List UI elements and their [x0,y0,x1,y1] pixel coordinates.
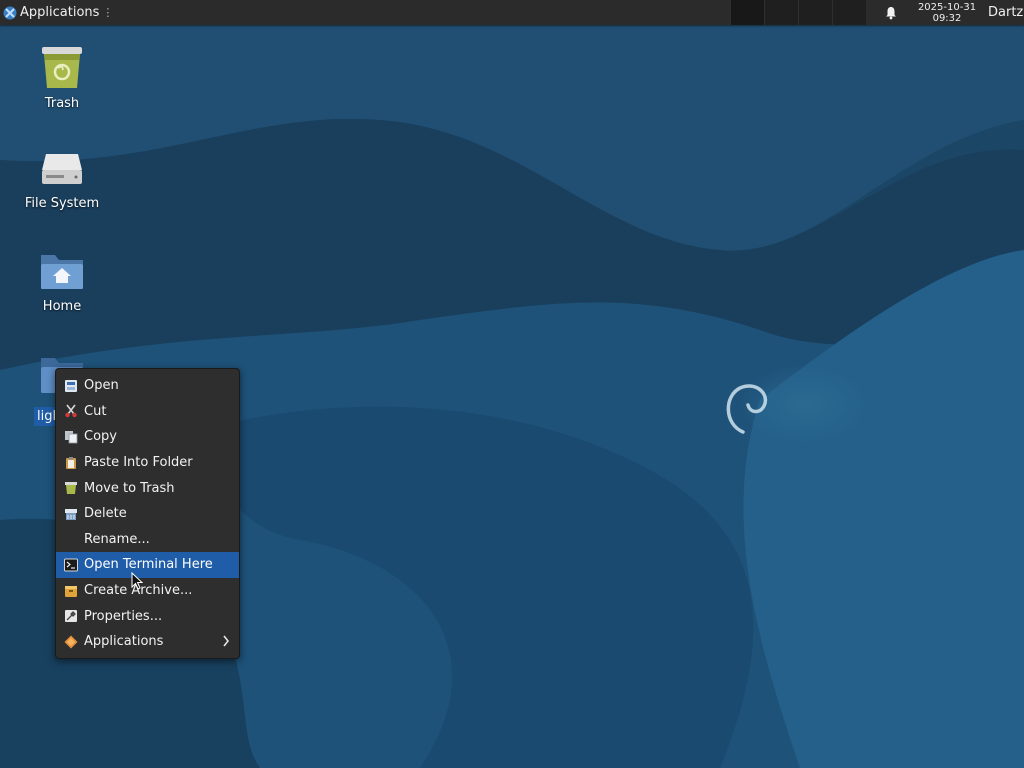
desktop-icon-label: Home [42,299,82,314]
applications-icon [63,634,78,649]
separator-handle: ⋮ [102,6,114,19]
terminal-icon [63,557,78,572]
trash-icon [63,481,78,496]
menu-item-label: Rename... [84,531,150,547]
workspace-switcher[interactable] [730,0,866,25]
desktop-icon-label: Trash [44,96,80,111]
workspace-1[interactable] [730,0,764,25]
clock-date: 2025-10-31 [917,1,977,13]
user-menu[interactable]: Dartz [988,5,1024,20]
menu-item-delete[interactable]: Delete [56,501,239,527]
menu-item-label: Applications [84,634,164,650]
paste-icon [63,455,78,470]
xfce-logo-icon [3,6,17,19]
menu-item-copy[interactable]: Copy [56,424,239,450]
menu-item-open-terminal-here[interactable]: Open Terminal Here [56,552,239,578]
menu-item-rename[interactable]: Rename... [56,527,239,553]
workspace-3[interactable] [798,0,832,25]
menu-item-properties[interactable]: Properties... [56,603,239,629]
menu-item-label: Copy [84,429,117,445]
blank-icon-slot [63,532,78,547]
selected-folder-label[interactable]: ligl [34,407,56,426]
menu-item-create-archive[interactable]: Create Archive... [56,578,239,604]
menu-item-label: Move to Trash [84,480,175,496]
applications-label: Applications [20,5,100,20]
desktop-icon-label: File System [24,196,100,211]
open-icon [63,378,78,393]
menu-item-cut[interactable]: Cut [56,399,239,425]
menu-item-label: Open Terminal Here [84,557,213,573]
clock-time: 09:32 [932,12,962,24]
applications-menu-button[interactable]: Applications ⋮ [0,0,117,25]
scissors-icon [63,404,78,419]
menu-item-move-to-trash[interactable]: Move to Trash [56,475,239,501]
workspace-4[interactable] [832,0,866,25]
menu-item-label: Open [84,378,119,394]
panel-clock[interactable]: 2025-10-31 09:32 [914,2,980,24]
menu-item-label: Cut [84,403,107,419]
desktop-icon-trash[interactable]: Trash [10,44,114,111]
menu-item-applications[interactable]: Applications [56,629,239,655]
context-menu: Open Cut Copy Paste Into Folder Move to … [55,368,240,659]
top-panel: Applications ⋮ 2025-10-31 09:32 Dartz [0,0,1024,25]
notifications-bell-icon[interactable] [880,0,902,25]
archive-icon [63,583,78,598]
submenu-arrow-icon [222,635,230,651]
menu-item-label: Properties... [84,608,163,624]
home-folder-icon [41,255,83,289]
bell-icon [886,6,896,19]
delete-icon [63,506,78,521]
menu-item-label: Paste Into Folder [84,455,193,471]
menu-item-paste-into-folder[interactable]: Paste Into Folder [56,450,239,476]
menu-item-label: Delete [84,506,127,522]
drive-icon [42,154,82,184]
mouse-pointer-icon [131,572,144,590]
menu-item-open[interactable]: Open [56,373,239,399]
desktop-icon-file-system[interactable]: File System [10,150,114,211]
copy-icon [63,429,78,444]
workspace-2[interactable] [764,0,798,25]
trash-icon [42,47,82,88]
properties-icon [63,609,78,624]
desktop-icon-home[interactable]: Home [10,251,114,314]
